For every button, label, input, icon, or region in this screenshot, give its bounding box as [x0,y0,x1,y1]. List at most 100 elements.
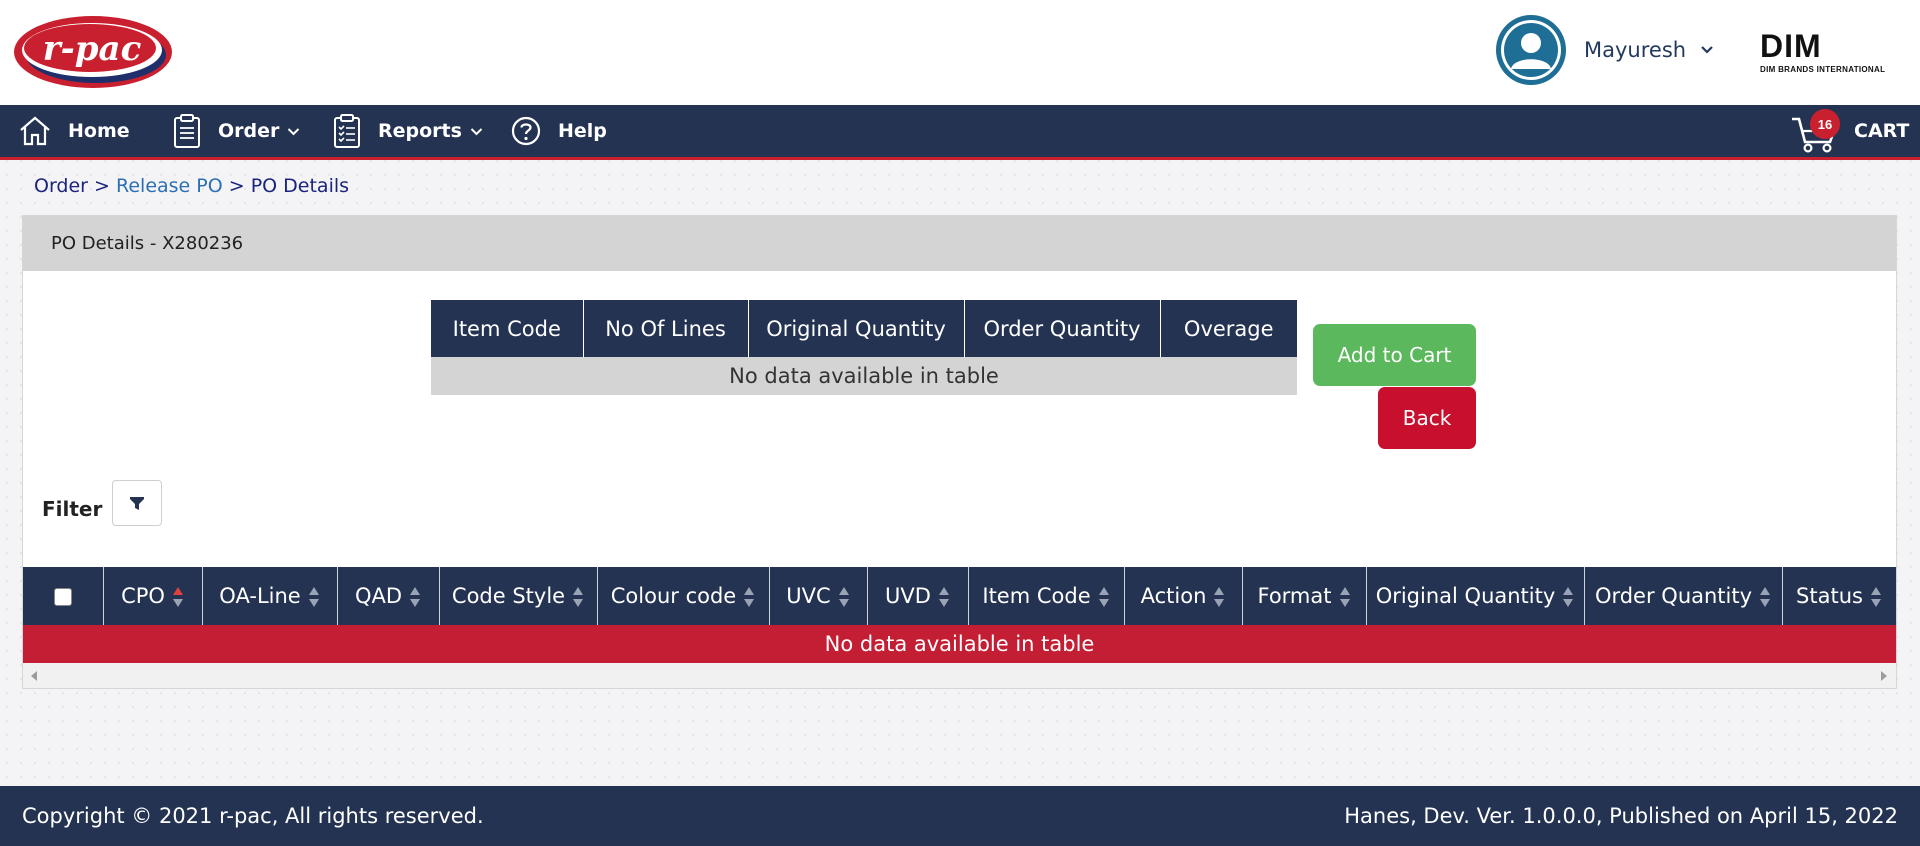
col-header-uvc[interactable]: UVC [769,567,868,625]
user-menu[interactable]: Mayuresh [1496,15,1714,85]
sort-icon[interactable] [409,586,421,608]
col-header-format[interactable]: Format [1242,567,1367,625]
summary-col-header[interactable]: No Of Lines [583,300,749,357]
chevron-down-icon[interactable] [287,127,300,136]
user-name[interactable]: Mayuresh [1584,38,1686,62]
rpac-logo-text: r-pac [43,29,142,69]
summary-col-header[interactable]: Item Code [431,300,584,357]
footer-copyright: Copyright © 2021 r-pac, All rights reser… [22,804,484,828]
table-row: No data available in table [431,357,1297,395]
horizontal-scrollbar[interactable] [23,663,1896,688]
col-header-qad[interactable]: QAD [337,567,440,625]
nav-help[interactable]: Help [510,105,607,157]
sort-icon[interactable] [1098,586,1110,608]
col-header-action[interactable]: Action [1124,567,1243,625]
sort-icon[interactable] [838,586,850,608]
scroll-right-icon[interactable] [1880,671,1888,681]
nav-order-label[interactable]: Order [218,120,279,142]
sort-icon[interactable] [1870,586,1882,608]
nav-home-label[interactable]: Home [68,120,130,142]
po-details-card: PO Details - X280236 Item Code No Of Lin… [22,215,1897,689]
po-lines-table: CPO OA-Line QAD Code Style Colour code U… [23,567,1897,663]
add-to-cart-button[interactable]: Add to Cart [1313,324,1476,386]
col-header-colour-code[interactable]: Colour code [597,567,770,625]
summary-col-header[interactable]: Original Quantity [748,300,965,357]
dim-brands-logo: DIM DIM BRANDS INTERNATIONAL [1760,30,1890,76]
col-label[interactable]: OA-Line [219,584,300,608]
col-header-code-style[interactable]: Code Style [439,567,598,625]
sort-icon[interactable] [1759,586,1771,608]
chevron-down-icon[interactable] [1700,45,1714,55]
col-header-oa-line[interactable]: OA-Line [202,567,338,625]
clipboard-icon [174,114,200,148]
sort-asc-icon[interactable] [172,586,184,608]
nav-reports[interactable]: Reports [332,105,483,157]
table-row: No data available in table [23,625,1896,663]
col-label[interactable]: CPO [121,584,165,608]
breadcrumb-order[interactable]: Order [34,175,88,197]
help-circle-icon [511,116,541,146]
col-header-uvd[interactable]: UVD [867,567,969,625]
nav-home[interactable]: Home [18,105,130,157]
grid-header-row: CPO OA-Line QAD Code Style Colour code U… [23,567,1897,625]
card-title: PO Details - X280236 [23,216,1896,271]
footer-version: Hanes, Dev. Ver. 1.0.0.0, Published on A… [1344,804,1898,828]
nav-order[interactable]: Order [172,105,300,157]
col-label[interactable]: QAD [355,584,402,608]
summary-empty-message: No data available in table [431,357,1297,395]
sort-icon[interactable] [1562,586,1574,608]
chevron-down-icon[interactable] [470,127,483,136]
breadcrumb-separator: > [222,175,251,197]
user-avatar-icon[interactable] [1496,15,1566,85]
scroll-left-icon[interactable] [30,671,38,681]
nav-reports-label[interactable]: Reports [378,120,462,142]
col-header-status[interactable]: Status [1782,567,1897,625]
col-label[interactable]: UVD [885,584,931,608]
sort-icon[interactable] [572,586,584,608]
footer: Copyright © 2021 r-pac, All rights reser… [0,786,1920,846]
col-label[interactable]: Order Quantity [1595,584,1752,608]
col-label[interactable]: Format [1257,584,1331,608]
col-label[interactable]: Action [1141,584,1207,608]
col-label[interactable]: Status [1796,584,1863,608]
col-label[interactable]: UVC [786,584,830,608]
col-header-original-quantity[interactable]: Original Quantity [1366,567,1585,625]
summary-col-header[interactable]: Order Quantity [964,300,1161,357]
select-all-checkbox[interactable] [53,588,72,606]
rpac-logo[interactable]: r-pac [12,14,174,90]
filter-label: Filter [42,497,103,521]
sort-icon[interactable] [743,586,755,608]
clipboard-list-icon [334,114,360,148]
sort-icon[interactable] [308,586,320,608]
cart-count-badge: 16 [1810,109,1840,139]
summary-header-row: Item Code No Of Lines Original Quantity … [431,300,1297,357]
cart-label[interactable]: CART [1854,120,1909,142]
col-header-order-quantity[interactable]: Order Quantity [1584,567,1783,625]
nav-help-label[interactable]: Help [558,120,607,142]
col-label[interactable]: Colour code [611,584,736,608]
dim-logo-sub: DIM BRANDS INTERNATIONAL [1760,65,1886,74]
home-icon [20,116,50,146]
breadcrumb-release-po[interactable]: Release PO [116,175,223,197]
col-label[interactable]: Item Code [982,584,1090,608]
col-label[interactable]: Code Style [452,584,565,608]
dim-logo-main: DIM [1760,28,1822,64]
breadcrumb-po-details: PO Details [250,175,350,197]
col-header-cpo[interactable]: CPO [103,567,203,625]
summary-table: Item Code No Of Lines Original Quantity … [431,300,1297,395]
grid-empty-message: No data available in table [23,625,1896,663]
filter-button[interactable] [112,480,162,526]
back-button[interactable]: Back [1378,387,1476,449]
top-header: r-pac Mayuresh DIM DIM BRANDS INTERNATIO… [0,0,1920,105]
col-label[interactable]: Original Quantity [1376,584,1556,608]
select-all-header[interactable] [23,567,104,625]
sort-icon[interactable] [938,586,950,608]
summary-col-header[interactable]: Overage [1160,300,1297,357]
breadcrumb-separator: > [88,175,116,197]
col-header-item-code[interactable]: Item Code [968,567,1125,625]
breadcrumb: Order > Release PO > PO Details [34,175,349,197]
cart-icon-wrap[interactable]: 16 [1790,109,1840,153]
sort-icon[interactable] [1339,586,1351,608]
sort-icon[interactable] [1213,586,1225,608]
cart-button[interactable]: 16 CART [1790,105,1909,157]
